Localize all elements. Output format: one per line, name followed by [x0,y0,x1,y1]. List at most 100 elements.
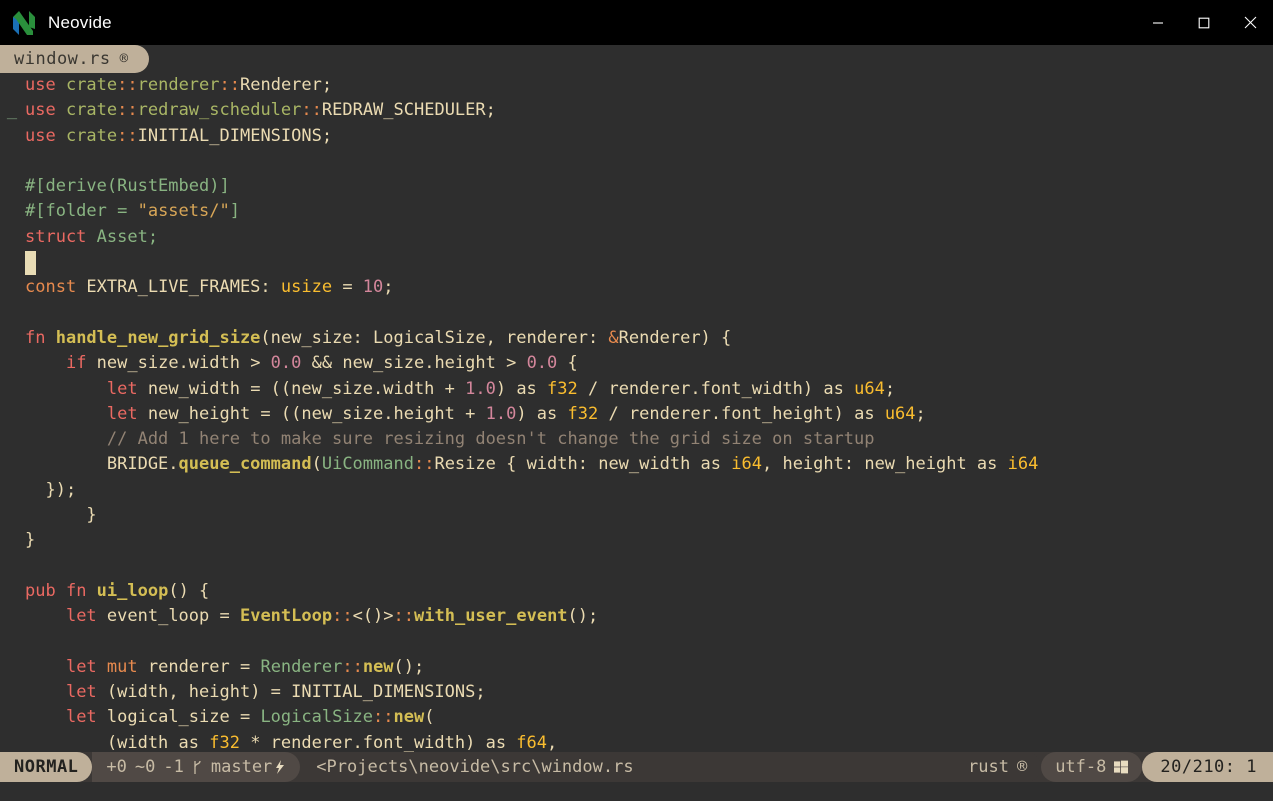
code-line: use crate::INITIAL_DIMENSIONS; [0,124,1273,149]
lightning-glyph [274,759,286,775]
code-token: f64 [516,733,547,753]
code-token: let [107,379,148,399]
code-token: INITIAL_DIMENSIONS; [138,126,332,146]
code-token: 1.0 [486,404,517,424]
code-line: }); [0,478,1273,503]
code-token: let [66,657,107,677]
code-line: if new_size.width > 0.0 && new_size.heig… [0,351,1273,376]
code-line: #[derive(RustEmbed)] [0,174,1273,199]
code-token: :: [220,75,240,95]
code-line: } [0,503,1273,528]
code-token: :: [117,75,137,95]
code-token: // Add 1 here to make sure resizing does… [25,429,875,449]
statusline: NORMAL +0 ~0 -1 master <Projects\neovide… [0,752,1273,782]
code-token: ; [383,277,393,297]
status-position: 20/210: 1 [1142,752,1273,782]
code-token: struct [25,227,97,247]
code-token: renderer = [148,657,261,677]
code-token: :: [373,707,393,727]
code-token: 0.0 [527,353,558,373]
code-token: let [107,404,148,424]
code-token: new_width = ((new_size.width + [148,379,465,399]
code-line: pub fn ui_loop() { [0,579,1273,604]
code-token: UiCommand [322,454,414,474]
rust-icon: ® [1017,757,1027,777]
status-encoding: utf-8 [1041,752,1142,782]
code-token: } [25,505,97,525]
code-line: let logical_size = LogicalSize::new( [0,705,1273,730]
status-mode: NORMAL [0,752,92,782]
code-token: usize [281,277,332,297]
close-button[interactable] [1227,0,1273,45]
tab-window-rs[interactable]: window.rs ® [0,45,149,73]
code-token: EventLoop [240,606,332,626]
code-token: (); [568,606,599,626]
minimize-button[interactable] [1135,0,1181,45]
maximize-icon [1198,17,1210,29]
code-token: if [66,353,97,373]
windows-icon [1114,760,1128,774]
code-token: , [547,733,557,753]
code-token: crate [66,126,117,146]
code-token: use [25,100,66,120]
code-token: new [394,707,425,727]
code-buffer[interactable]: use crate::renderer::Renderer;_use crate… [0,73,1273,756]
code-token: pub [25,581,66,601]
code-token: / renderer.font_width) as [578,379,854,399]
code-token: let [66,682,107,702]
code-token: BRIDGE. [25,454,179,474]
tab-label: window.rs [14,49,111,69]
window-controls [1135,0,1273,45]
status-encoding-label: utf-8 [1055,757,1106,777]
code-token: redraw_scheduler [138,100,302,120]
code-token: new_size.width > [97,353,271,373]
code-line [0,250,1273,275]
code-token: fn [66,581,97,601]
code-token: ) as [516,404,567,424]
code-token: i64 [1008,454,1039,474]
code-token: f32 [209,733,240,753]
code-token: = [332,277,363,297]
code-token: 10 [363,277,383,297]
code-token: / renderer.font_height) as [598,404,885,424]
maximize-button[interactable] [1181,0,1227,45]
code-line [0,554,1273,579]
code-token: const [25,277,86,297]
code-token: 0.0 [271,353,302,373]
code-line: fn handle_new_grid_size(new_size: Logica… [0,326,1273,351]
status-filetype-label: rust [968,757,1009,777]
code-token: { [557,353,577,373]
command-line[interactable] [0,782,1273,801]
tabline[interactable]: window.rs ® [0,45,1273,73]
code-token: (new_size: LogicalSize, renderer: [260,328,608,348]
code-line [0,149,1273,174]
window-titlebar: Neovide [0,0,1273,45]
code-token: #[derive(RustEmbed)] [25,176,230,196]
code-token: renderer [138,75,220,95]
code-line: let new_height = ((new_size.height + 1.0… [0,402,1273,427]
neovim-editor[interactable]: window.rs ® use crate::renderer::Rendere… [0,45,1273,801]
git-added: +0 [106,757,126,777]
code-token: * renderer.font_width) as [240,733,516,753]
code-token: :: [342,657,362,677]
code-line: BRIDGE.queue_command(UiCommand::Resize {… [0,452,1273,477]
git-branch-name: master [211,757,272,777]
code-token: use [25,75,66,95]
code-token: queue_command [179,454,312,474]
code-line: let event_loop = EventLoop::<()>::with_u… [0,604,1273,629]
code-token: } [25,530,35,550]
code-line: use crate::renderer::Renderer; [0,73,1273,98]
code-token: Asset; [97,227,158,247]
code-token: use [25,126,66,146]
code-token: logical_size = [107,707,261,727]
code-line [0,301,1273,326]
status-filepath: <Projects\neovide\src\window.rs [300,752,954,782]
code-token: EXTRA_LIVE_FRAMES: [86,277,280,297]
code-token [25,657,66,677]
code-token: Resize { width: new_width as [434,454,731,474]
code-token: u64 [885,404,916,424]
code-token: let [66,606,107,626]
code-token: crate [66,75,117,95]
windows-glyph [1114,760,1128,774]
code-token: ; [916,404,926,424]
